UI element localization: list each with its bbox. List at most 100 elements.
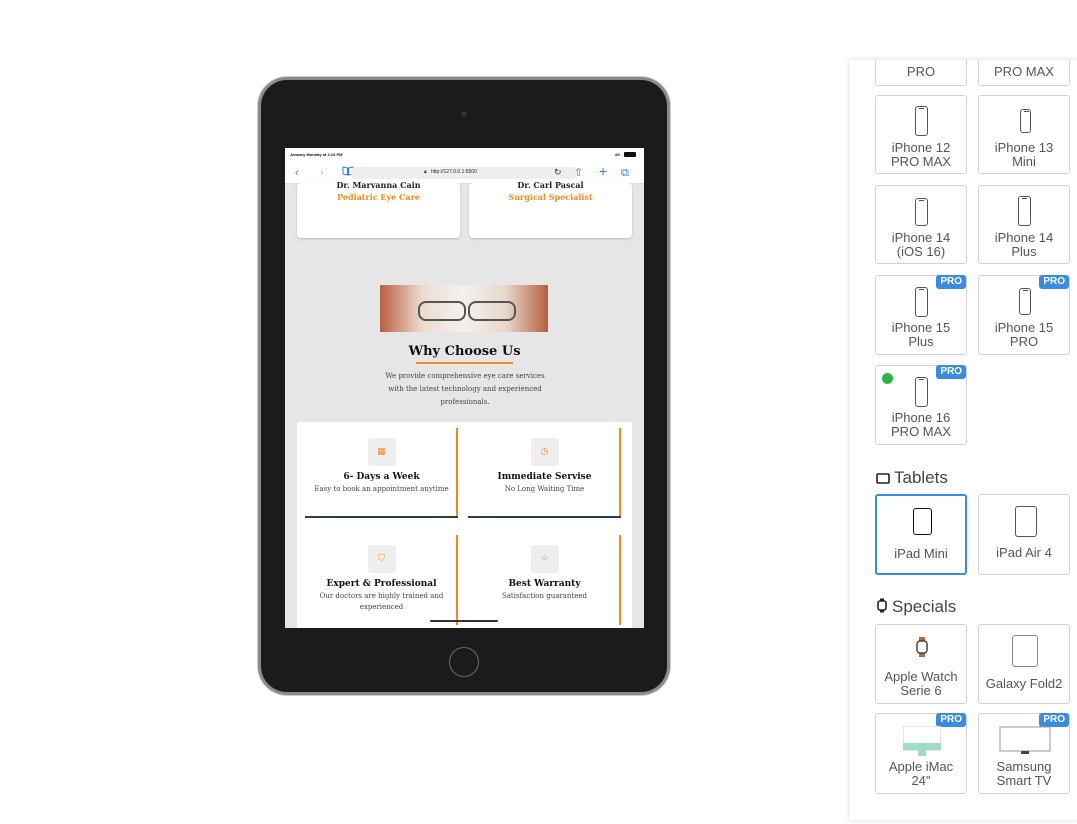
feature-title: Expert & Professional — [326, 579, 437, 589]
device-label: Apple iMac — [888, 759, 954, 774]
calendar-icon: ▦ — [367, 438, 396, 466]
tabs-icon[interactable]: ⧉ — [621, 166, 629, 180]
title-underline — [416, 362, 513, 364]
features-grid: ▦ 6- Days a Week Easy to book an appoint… — [297, 422, 632, 628]
doctor-specialty: Surgical Specialist — [508, 192, 593, 202]
phone-icon — [915, 106, 928, 136]
bottom-border — [468, 516, 621, 518]
device-card-partial[interactable]: PRO — [875, 60, 967, 86]
imac-icon — [902, 725, 942, 761]
watch-icon — [916, 637, 928, 662]
device-iphone-12-pro-max[interactable]: iPhone 12 PRO MAX — [875, 95, 967, 174]
accent-border — [456, 535, 458, 625]
device-iphone-15-plus[interactable]: PRO iPhone 15 Plus — [875, 275, 967, 355]
why-choose-us-description: We provide comprehensive eye care servic… — [385, 372, 545, 406]
device-label: iPad Mini — [894, 546, 948, 561]
pro-badge: PRO — [936, 275, 966, 289]
home-indicator — [430, 620, 498, 622]
device-label: PRO MAX — [891, 424, 951, 439]
star-icon: ☆ — [530, 545, 559, 573]
device-label: Apple Watch — [884, 669, 958, 684]
new-tab-icon[interactable]: + — [599, 164, 607, 178]
active-indicator — [882, 373, 893, 384]
feature-card: ◷ Immediate Servise No Long Waiting Time — [468, 428, 621, 518]
device-label: PRO MAX — [994, 64, 1054, 79]
tablet-icon — [1015, 506, 1037, 537]
ipad-mini-frame: January Monday at 4:23 PM 4G ‹ › AA 🔒︎ h… — [261, 80, 667, 692]
accent-border — [619, 535, 621, 625]
feature-title: 6- Days a Week — [343, 472, 420, 482]
feature-description: No Long Waiting Time — [504, 485, 585, 493]
battery-icon — [624, 152, 636, 157]
phone-icon — [915, 377, 928, 407]
feature-title: Immediate Servise — [497, 472, 592, 482]
feature-description: Satisfaction guaranteed — [501, 592, 588, 600]
specials-heading-label: Specials — [892, 597, 957, 616]
doctor-card: Dr. Carl Pascal Surgical Specialist — [469, 180, 632, 238]
home-button[interactable] — [449, 647, 479, 677]
device-label: Smart TV — [996, 773, 1052, 788]
feature-card: ⛉ Expert & Professional Our doctors are … — [305, 535, 458, 625]
device-panel: PRO PRO MAX iPhone 12 PRO MAX iPhone 13 … — [850, 60, 1077, 820]
phone-icon — [1020, 109, 1031, 133]
doctor-card: Dr. Maryanna Cain Pediatric Eye Care — [297, 180, 460, 238]
device-ipad-mini[interactable]: iPad Mini — [875, 494, 967, 575]
url-text[interactable]: http://127.0.0.1:5500 — [431, 169, 477, 175]
foldable-icon — [1012, 635, 1038, 667]
left-lens — [418, 301, 466, 321]
tv-icon — [999, 726, 1051, 761]
pro-badge: PRO — [1039, 713, 1069, 727]
device-iphone-15-pro[interactable]: PRO iPhone 15 PRO — [978, 275, 1070, 355]
doctor-specialty: Pediatric Eye Care — [337, 192, 420, 202]
device-card-partial[interactable]: PRO MAX — [978, 60, 1070, 86]
specials-heading: Specials — [876, 597, 956, 618]
eyeglasses-image — [380, 285, 548, 332]
device-label: 24" — [911, 773, 931, 788]
device-label: iPhone 14 — [994, 230, 1054, 245]
front-camera — [461, 111, 467, 117]
device-galaxy-fold2[interactable]: Galaxy Fold2 — [978, 624, 1070, 704]
status-time: January Monday at 4:23 PM — [290, 152, 343, 157]
device-label: (iOS 16) — [896, 244, 946, 259]
device-label: Samsung — [996, 759, 1052, 774]
tablet-icon — [913, 508, 932, 535]
device-apple-imac[interactable]: PRO Apple iMac 24" — [875, 713, 967, 794]
device-label: PRO — [906, 64, 936, 79]
device-label: Galaxy Fold2 — [985, 676, 1063, 691]
device-label: iPhone 15 — [994, 320, 1054, 335]
right-lens — [468, 301, 516, 321]
device-iphone-16-pro-max[interactable]: PRO iPhone 16 PRO MAX — [875, 365, 967, 445]
device-label: iPhone 16 — [891, 410, 951, 425]
device-label: Serie 6 — [900, 683, 942, 698]
device-label: Mini — [1012, 154, 1036, 169]
ipad-screen: January Monday at 4:23 PM 4G ‹ › AA 🔒︎ h… — [285, 148, 644, 628]
feature-title: Best Warranty — [508, 579, 581, 589]
lock-icon: 🔒︎ — [424, 169, 427, 175]
reload-icon[interactable]: ↻ — [554, 167, 562, 178]
watch-icon — [876, 598, 888, 618]
device-label: Plus — [908, 334, 934, 349]
accent-border — [456, 428, 458, 518]
tablet-icon — [876, 469, 890, 489]
phone-icon — [915, 198, 928, 226]
device-iphone-14-plus[interactable]: iPhone 14 Plus — [978, 185, 1070, 264]
device-label: iPhone 15 — [891, 320, 951, 335]
device-iphone-14[interactable]: iPhone 14 (iOS 16) — [875, 185, 967, 264]
tablets-heading-label: Tablets — [894, 468, 948, 487]
back-icon[interactable]: ‹ — [295, 166, 299, 180]
device-samsung-tv[interactable]: PRO Samsung Smart TV — [978, 713, 1070, 794]
device-iphone-13-mini[interactable]: iPhone 13 Mini — [978, 95, 1070, 174]
tablets-heading: Tablets — [876, 468, 948, 489]
device-label: Plus — [1011, 244, 1037, 259]
phone-icon — [915, 287, 928, 317]
phone-icon — [1018, 196, 1031, 226]
shield-icon: ⛉ — [367, 545, 396, 573]
share-icon[interactable]: ⇧ — [574, 166, 583, 180]
device-apple-watch[interactable]: Apple Watch Serie 6 — [875, 624, 967, 704]
forward-icon[interactable]: › — [320, 166, 324, 180]
doctor-name: Dr. Maryanna Cain — [336, 180, 421, 188]
feature-description: Our doctors are highly trained and exper… — [319, 592, 444, 611]
pro-badge: PRO — [936, 365, 966, 379]
device-ipad-air-4[interactable]: iPad Air 4 — [978, 494, 1070, 575]
device-label: iPad Air 4 — [996, 545, 1052, 560]
